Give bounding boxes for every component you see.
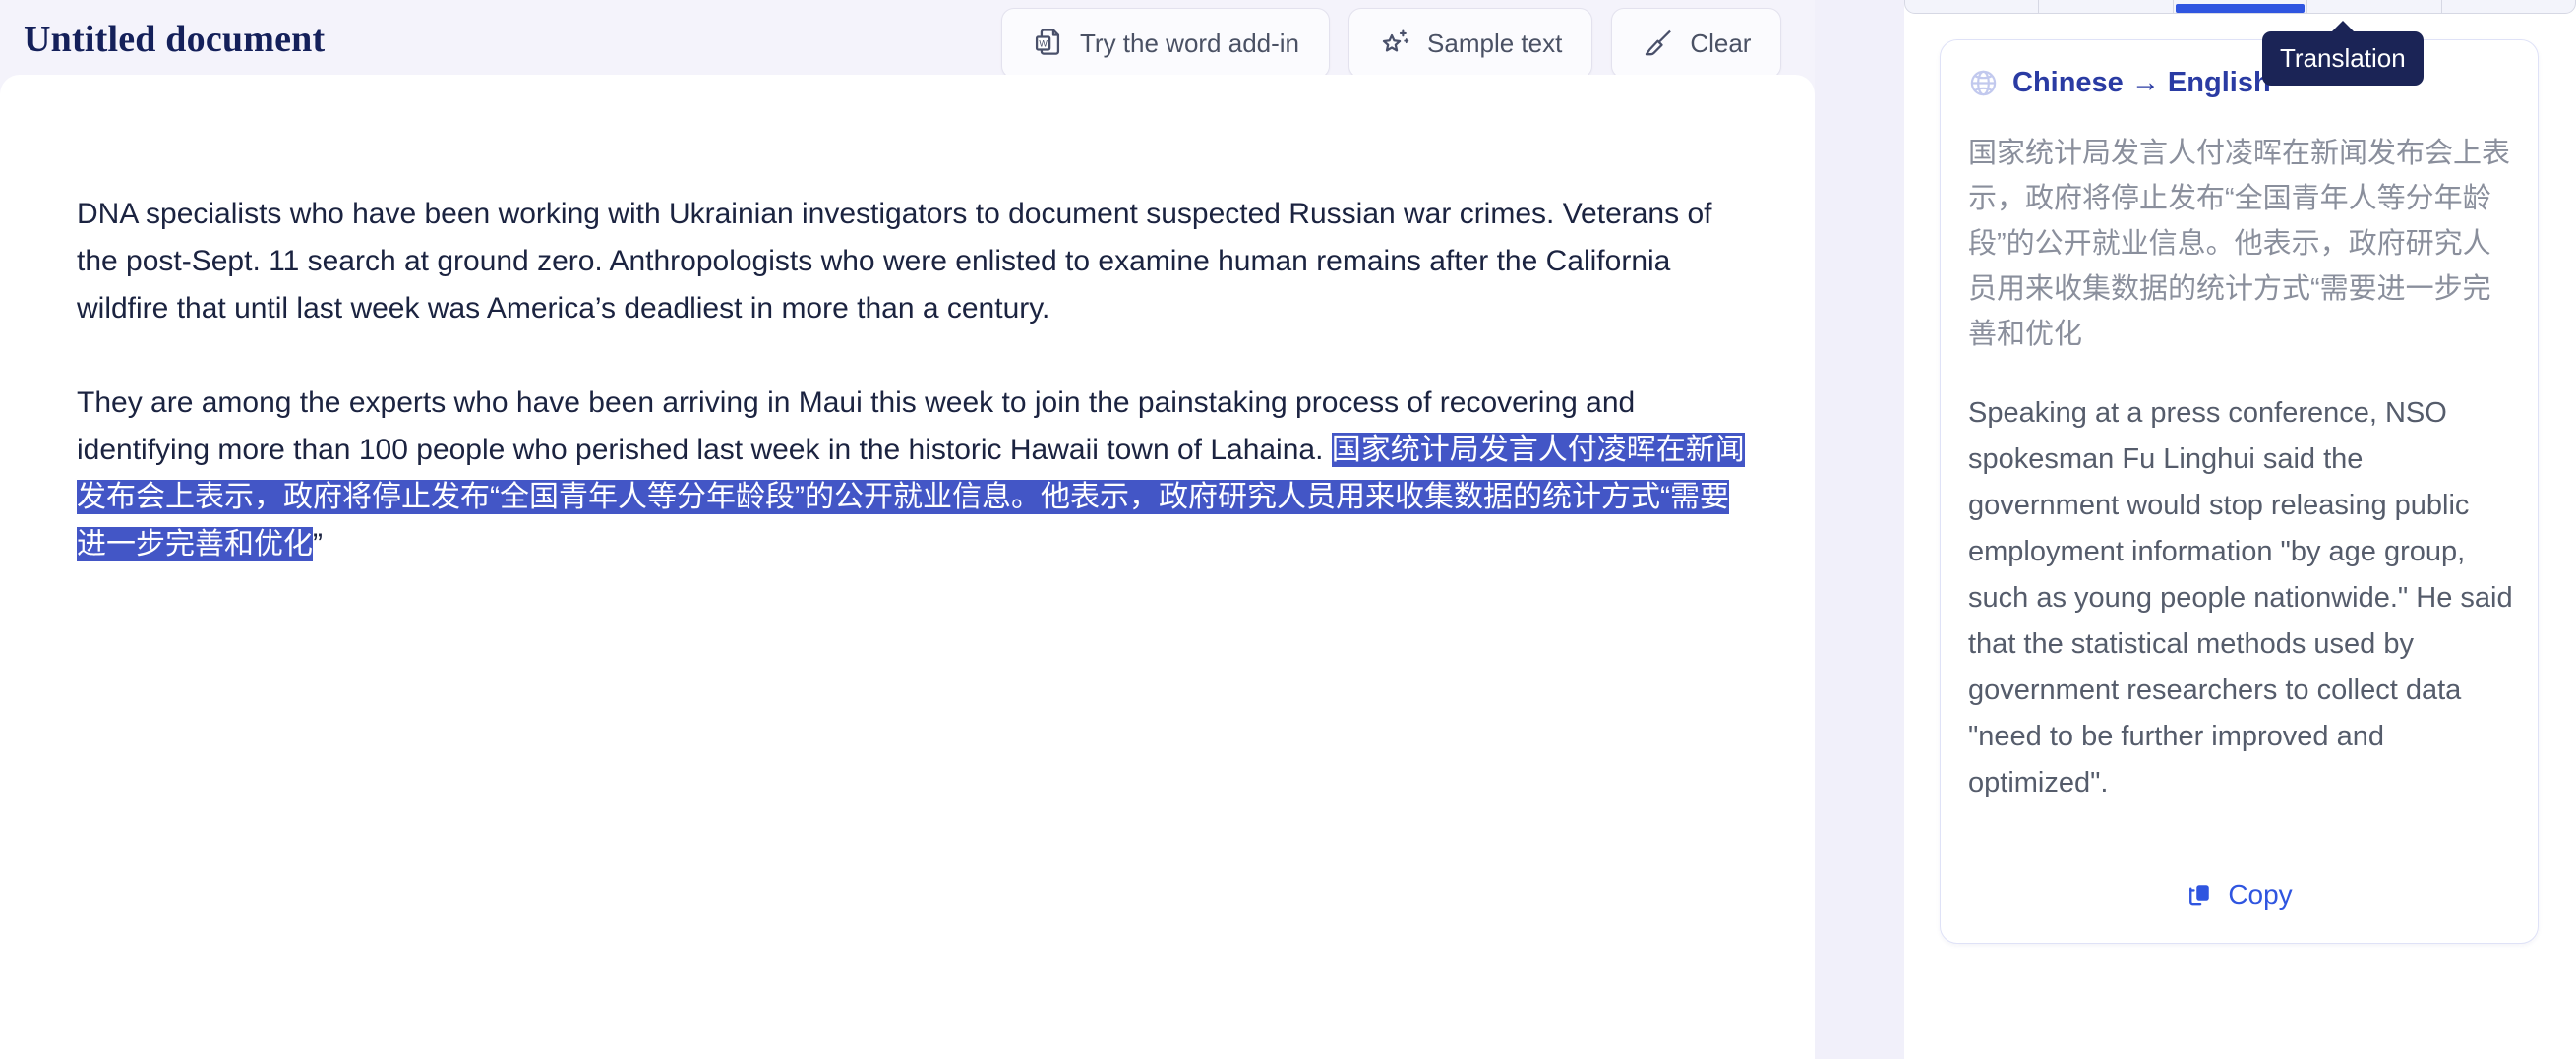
document-editor-body[interactable]: DNA specialists who have been working wi… xyxy=(77,191,1749,568)
translation-content: 国家统计局发言人付凌晖在新闻发布会上表示，政府将停止发布“全国青年人等分年龄段”… xyxy=(1968,131,2516,849)
panel-tab[interactable] xyxy=(2039,0,2174,13)
word-document-icon: W xyxy=(1032,27,1065,60)
unselected-trailing-quote: ” xyxy=(313,528,323,560)
sparkle-star-icon xyxy=(1379,27,1412,60)
translation-card: Chinese → English 国家统计局发言人付凌晖在新闻发布会上表示，政… xyxy=(1940,39,2539,944)
panel-tab[interactable] xyxy=(2442,0,2575,13)
copy-icon xyxy=(2186,880,2215,910)
translated-text: Speaking at a press conference, NSO spok… xyxy=(1968,397,2513,798)
source-text: 国家统计局发言人付凌晖在新闻发布会上表示，政府将停止发布“全国青年人等分年龄段”… xyxy=(1968,138,2511,350)
translation-tooltip: Translation xyxy=(2262,21,2424,86)
document-sheet[interactable]: DNA specialists who have been working wi… xyxy=(0,75,1815,1059)
paragraph-text: DNA specialists who have been working wi… xyxy=(77,198,1712,324)
panel-tab-active[interactable] xyxy=(2174,0,2308,13)
copy-label: Copy xyxy=(2228,879,2293,910)
panel-tab-strip[interactable] xyxy=(1904,0,2576,14)
editor-pane: Untitled document W Try the word add-in xyxy=(0,0,1904,1059)
tab-dot-icon xyxy=(2243,7,2248,12)
try-word-addin-button[interactable]: W Try the word add-in xyxy=(1001,8,1331,79)
sample-text-button[interactable]: Sample text xyxy=(1348,8,1593,79)
language-pair-label: Chinese → English xyxy=(2012,67,2271,98)
sample-text-label: Sample text xyxy=(1427,29,1563,58)
translation-card-header: Chinese → English xyxy=(1968,68,2271,98)
broom-icon xyxy=(1642,27,1675,60)
panel-tab[interactable] xyxy=(1905,0,2040,13)
panel-tab[interactable] xyxy=(2307,0,2442,13)
editor-toolbar: W Try the word add-in Sample text Clear xyxy=(1001,8,1782,79)
translation-pane: Translation Chinese → English 国家统计局发言人付凌… xyxy=(1904,0,2576,1059)
svg-text:W: W xyxy=(1039,38,1048,48)
app-root: Untitled document W Try the word add-in xyxy=(0,0,2576,1059)
document-paragraph[interactable]: DNA specialists who have been working wi… xyxy=(77,191,1749,332)
page-title[interactable]: Untitled document xyxy=(24,18,325,61)
copy-button[interactable]: Copy xyxy=(1941,880,2538,910)
try-word-addin-label: Try the word add-in xyxy=(1080,29,1300,58)
document-paragraph[interactable]: They are among the experts who have been… xyxy=(77,380,1749,568)
globe-icon xyxy=(1968,68,1999,98)
clear-label: Clear xyxy=(1690,29,1752,58)
pane-divider-gap xyxy=(1815,0,1904,1059)
tab-dot-icon xyxy=(2235,7,2241,12)
clear-button[interactable]: Clear xyxy=(1611,8,1782,79)
